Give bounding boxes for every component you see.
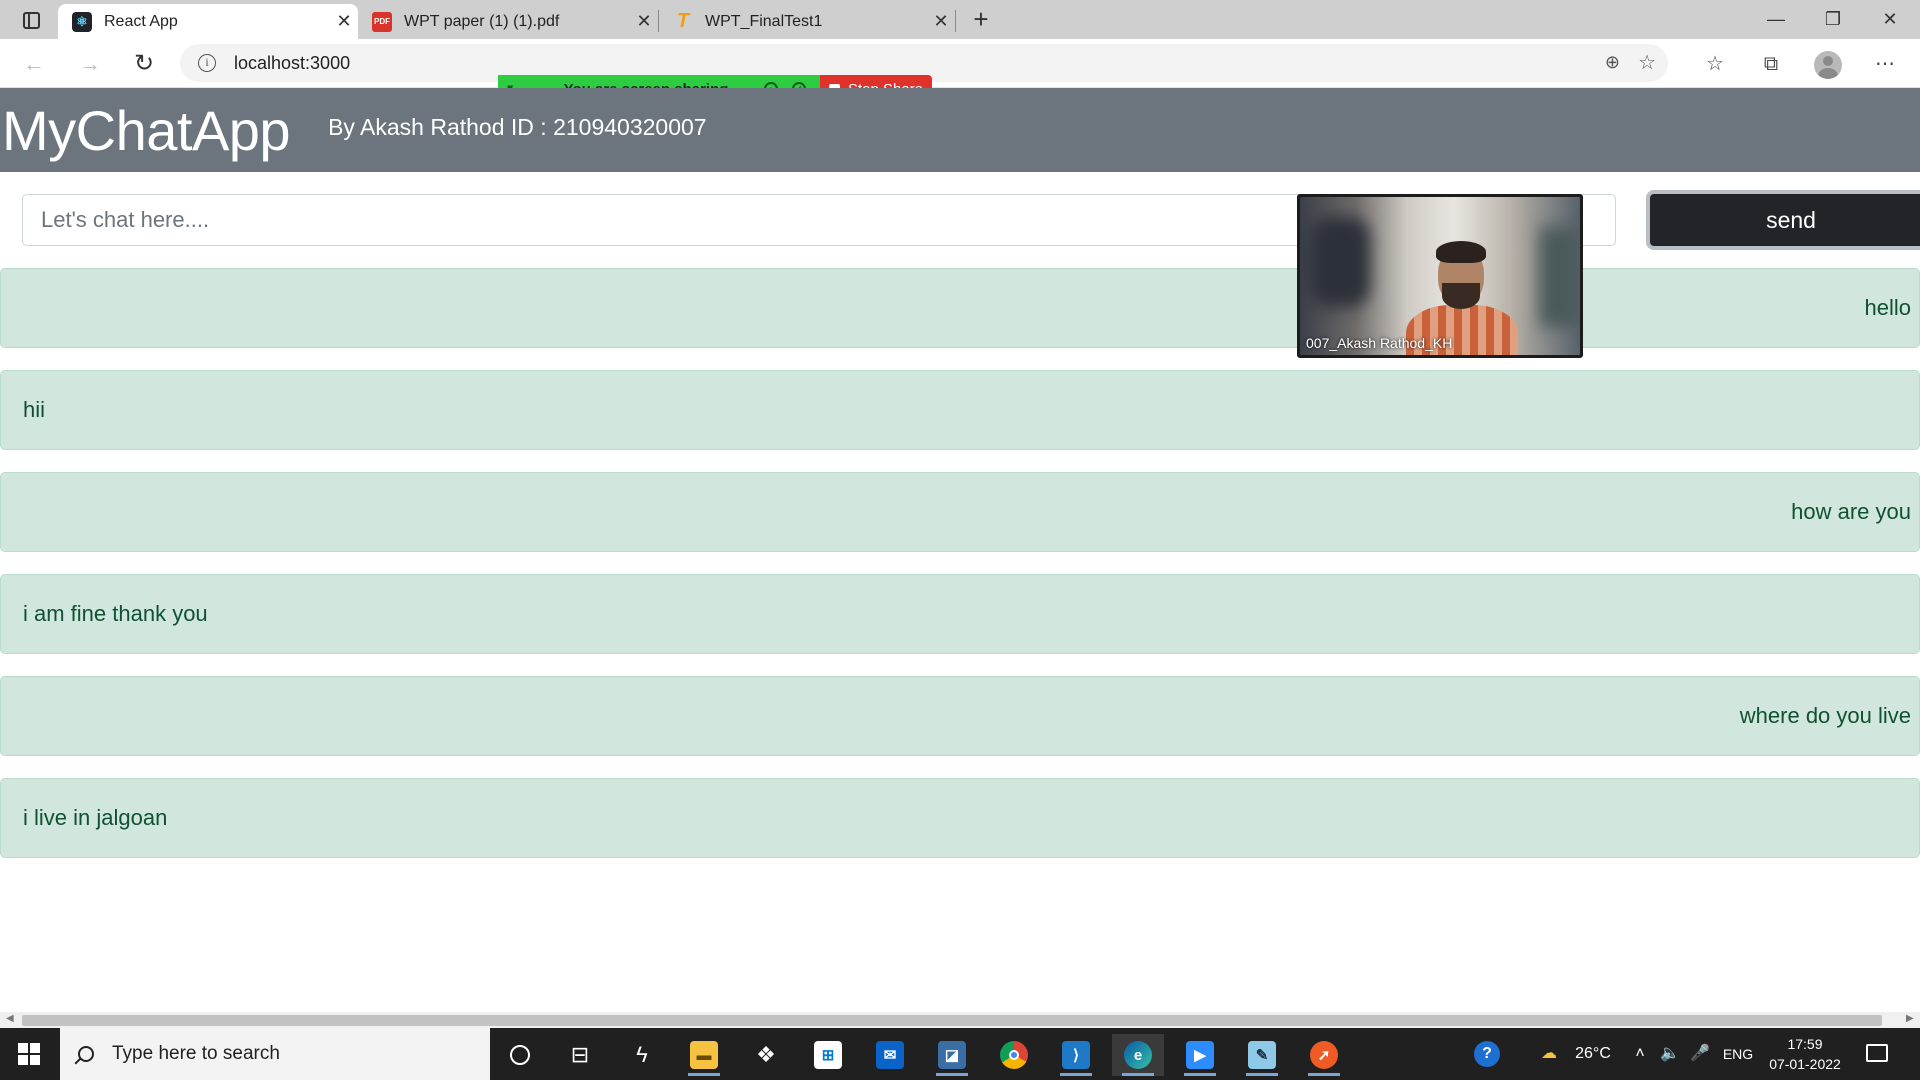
search-placeholder: Type here to search [112,1043,280,1064]
participant-hair [1436,241,1486,263]
tab-react-app[interactable]: ⚛ React App ✕ [58,4,358,39]
notepad-icon[interactable]: ✎ [1236,1034,1288,1076]
video-thumbnail[interactable]: 007_Akash Rathod_KH [1297,194,1583,358]
scrollbar-thumb[interactable] [22,1015,1882,1026]
reload-icon[interactable]: ↻ [128,49,160,79]
volume-icon[interactable]: 🔈 [1656,1028,1684,1080]
mysql-workbench-icon[interactable]: ◪ [926,1034,978,1076]
windows-taskbar: Type here to search ⊟ ϟ ▬ ❖ ⊞ ✉ ◪ ⟩ e ▶ … [0,1028,1920,1080]
testbook-icon: T [676,10,690,32]
clock-date: 07-01-2022 [1769,1056,1841,1072]
minimize-button[interactable]: — [1748,0,1804,39]
browser-toolbar: ← → ↻ i localhost:3000 ⊕ ☆ ☆ ⧉ ⋯ [0,39,1920,88]
zoom-app-icon[interactable]: ▶ [1174,1034,1226,1076]
author-byline: By Akash Rathod ID : 210940320007 [328,113,707,140]
temperature-text[interactable]: 26°C [1568,1028,1618,1080]
chevron-up-icon[interactable]: ˄ [1628,1028,1652,1080]
postman-icon[interactable]: ➚ [1298,1034,1350,1076]
language-indicator[interactable]: ENG [1718,1028,1758,1080]
microsoft-store-icon[interactable]: ⊞ [802,1034,854,1076]
tab-wpt-paper[interactable]: PDF WPT paper (1) (1).pdf ✕ [358,4,658,39]
url-text: localhost:3000 [234,52,351,73]
zoom-icon[interactable]: ⊕ [1605,52,1620,73]
participant-beard [1442,283,1480,309]
send-button[interactable]: send [1646,190,1920,250]
react-icon: ⚛ [72,11,92,32]
participant-name: 007_Akash Rathod_KH [1306,335,1453,351]
message-item: hii [0,370,1920,450]
back-arrow-icon[interactable]: ← [18,49,50,79]
scroll-left-icon[interactable]: ◀ [6,1013,14,1024]
notifications-icon[interactable] [1866,1044,1888,1062]
new-tab-button[interactable]: + [966,6,996,34]
browser-tab-strip: ⚛ React App ✕ PDF WPT paper (1) (1).pdf … [0,0,1920,39]
video-background [1540,227,1580,327]
message-item: where do you live [0,676,1920,756]
task-view-icon[interactable]: ⊟ [554,1034,606,1076]
windows-start-icon[interactable] [18,1043,40,1065]
scroll-right-icon[interactable]: ▶ [1906,1013,1914,1024]
tab-separator [955,10,956,32]
tab-wpt-finaltest[interactable]: T WPT_FinalTest1 ✕ [659,4,955,39]
tab-actions-icon[interactable] [14,8,48,32]
cortana-icon[interactable] [494,1034,546,1076]
message-text: i live in jalgoan [23,805,168,830]
message-item: hello [0,268,1920,348]
weather-icon[interactable]: ☁ [1532,1028,1566,1080]
message-text: hii [23,397,46,422]
file-explorer-icon[interactable]: ▬ [678,1034,730,1076]
forward-arrow-icon[interactable]: → [74,49,106,79]
collections-icon[interactable]: ⧉ [1756,51,1786,79]
taskbar-search[interactable]: Type here to search [60,1028,490,1080]
close-tab-icon[interactable]: ✕ [927,11,955,32]
message-text: how are you [1791,499,1911,524]
microphone-icon[interactable]: 🎤 [1688,1028,1712,1080]
edge-icon[interactable]: e [1112,1034,1164,1076]
message-item: how are you [0,472,1920,552]
dropbox-icon[interactable]: ❖ [740,1034,792,1076]
info-icon[interactable]: i [198,54,216,72]
message-text: i am fine thank you [23,601,208,626]
app-brand[interactable]: MyChatApp [2,98,291,163]
close-tab-icon[interactable]: ✕ [330,11,358,32]
taskbar-clock[interactable]: 17:59 07-01-2022 [1760,1034,1850,1074]
restore-button[interactable]: ❐ [1805,0,1861,39]
more-menu-icon[interactable]: ⋯ [1870,51,1900,79]
help-icon[interactable]: ? [1470,1028,1504,1080]
pdf-icon: PDF [372,11,392,32]
close-tab-icon[interactable]: ✕ [630,11,658,32]
message-item: i am fine thank you [0,574,1920,654]
app-header: MyChatApp By Akash Rathod ID : 210940320… [0,88,1920,172]
horizontal-scrollbar[interactable]: ◀ ▶ [0,1012,1920,1028]
close-window-button[interactable]: ✕ [1862,0,1918,39]
video-background [1310,217,1370,307]
message-text: where do you live [1739,703,1911,728]
favorites-icon[interactable]: ☆ [1700,51,1730,79]
tab-title: WPT_FinalTest1 [705,12,823,30]
add-favorite-icon[interactable]: ☆ [1638,50,1656,75]
tab-title: WPT paper (1) (1).pdf [404,12,560,30]
tab-title: React App [104,12,178,30]
vscode-icon[interactable]: ⟩ [1050,1034,1102,1076]
mail-icon[interactable]: ✉ [864,1034,916,1076]
message-text: hello [1864,295,1911,320]
app-icon-lightning[interactable]: ϟ [616,1034,668,1076]
message-item: i live in jalgoan [0,778,1920,858]
clock-time: 17:59 [1787,1036,1823,1052]
search-icon [78,1046,94,1062]
chrome-icon[interactable] [988,1034,1040,1076]
profile-avatar[interactable] [1814,51,1842,79]
